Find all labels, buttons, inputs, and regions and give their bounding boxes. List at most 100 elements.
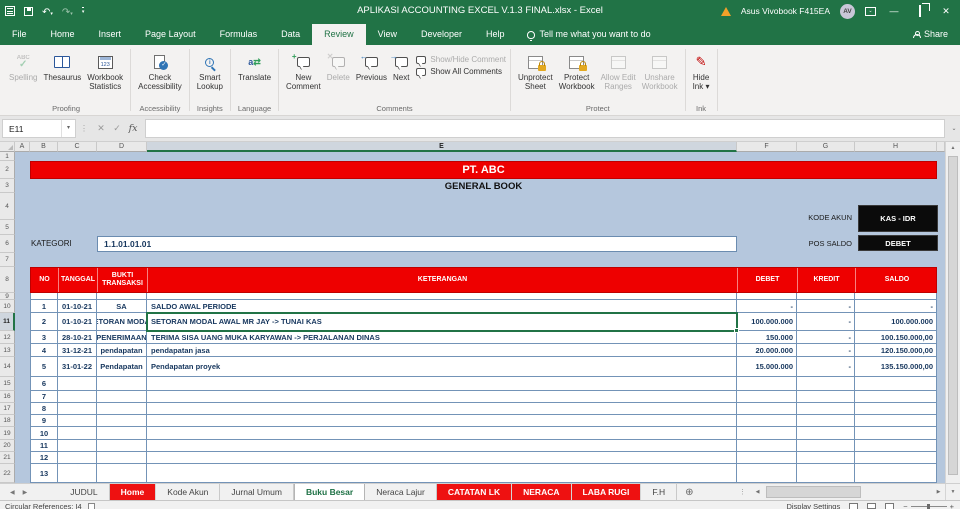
tab-developer[interactable]: Developer [409, 24, 474, 45]
grid-cell[interactable] [737, 293, 797, 300]
row-header[interactable]: 19 [0, 427, 15, 440]
grid-cell[interactable] [855, 452, 937, 464]
grid-cell[interactable] [797, 440, 855, 452]
grid-cell[interactable] [58, 440, 97, 452]
grid-cell[interactable]: PENERIMAAN [97, 331, 147, 344]
column-header-selected[interactable]: E [147, 142, 737, 152]
sheet-tab-jurnal-umum[interactable]: Jurnal Umum [220, 484, 294, 500]
column-header[interactable]: F [737, 142, 797, 152]
row-header[interactable]: 14 [0, 357, 15, 377]
row-header[interactable]: 2 [0, 161, 15, 179]
previous-comment-button[interactable]: ← Previous [353, 49, 390, 84]
column-header[interactable]: H [855, 142, 937, 152]
tell-me-box[interactable]: Tell me what you want to do [526, 24, 651, 45]
sheet-tab-laba-rugi[interactable]: LABA RUGI [571, 484, 642, 500]
page-break-view-icon[interactable] [885, 502, 895, 509]
grid-cell[interactable]: 135.150.000,00 [855, 357, 937, 377]
tab-splitter[interactable]: ⋮ [736, 484, 749, 500]
grid-cell[interactable] [58, 391, 97, 403]
tab-view[interactable]: View [366, 24, 409, 45]
row-header[interactable]: 4 [0, 193, 15, 220]
close-button[interactable]: ✕ [938, 6, 954, 17]
formula-input[interactable] [145, 119, 945, 138]
grid-cell[interactable] [797, 427, 855, 440]
grid-cell[interactable]: 1 [30, 300, 58, 313]
minimize-button[interactable]: — [886, 6, 902, 16]
grid-cell[interactable] [147, 415, 737, 427]
tab-page-layout[interactable]: Page Layout [133, 24, 208, 45]
sheet-tab-kode-akun[interactable]: Kode Akun [156, 484, 221, 500]
grid-cell[interactable] [737, 440, 797, 452]
confirm-entry-icon[interactable]: ✓ [109, 123, 125, 134]
grid-cell[interactable]: - [797, 357, 855, 377]
header-tanggal[interactable]: TANGGAL [59, 268, 98, 292]
show-hide-comment-button[interactable]: Show/Hide Comment [416, 55, 506, 64]
grid-cell[interactable] [855, 464, 937, 483]
grid-cell[interactable] [147, 452, 737, 464]
grid-cell[interactable] [147, 293, 737, 300]
grid-cell[interactable] [797, 377, 855, 391]
grid-cell[interactable] [855, 415, 937, 427]
column-header[interactable]: D [97, 142, 147, 152]
grid-cell[interactable] [855, 403, 937, 415]
tab-home[interactable]: Home [39, 24, 87, 45]
save-icon[interactable] [24, 6, 33, 16]
grid-cell[interactable] [855, 293, 937, 300]
grid-cell[interactable]: 12 [30, 452, 58, 464]
new-comment-button[interactable]: + New Comment [283, 49, 324, 93]
unshare-workbook-button[interactable]: Unshare Workbook [639, 49, 681, 93]
cancel-entry-icon[interactable]: ✕ [93, 123, 109, 134]
thesaurus-button[interactable]: Thesaurus [40, 49, 84, 84]
sheet-tab-neraca-lajur[interactable]: Neraca Lajur [365, 484, 437, 500]
grid-cell[interactable] [737, 415, 797, 427]
formula-bar-splitter[interactable]: ⋮ [76, 124, 93, 133]
formula-bar-expand-icon[interactable]: ⌄ [948, 125, 960, 132]
grid-cell[interactable]: - [737, 300, 797, 313]
row-header[interactable]: 5 [0, 220, 15, 235]
grid-cell[interactable]: 31-12-21 [58, 344, 97, 357]
row-header[interactable]: 3 [0, 179, 15, 193]
row-header[interactable]: 9 [0, 293, 15, 300]
grid-cell[interactable]: 100.000.000 [737, 313, 797, 331]
zoom-slider[interactable]: − + [903, 502, 954, 509]
row-header[interactable]: 18 [0, 415, 15, 427]
name-box-dropdown-icon[interactable]: ▾ [61, 120, 75, 137]
sheet-tab-buku-besar[interactable]: Buku Besar [293, 484, 366, 500]
grid-cell[interactable] [97, 415, 147, 427]
normal-view-icon[interactable] [849, 502, 859, 509]
share-button[interactable]: Share [912, 24, 960, 45]
check-accessibility-button[interactable]: ✓ Check Accessibility [135, 49, 185, 93]
grid-cell[interactable] [147, 427, 737, 440]
scroll-left-icon[interactable]: ◀ [751, 484, 764, 501]
allow-edit-ranges-button[interactable]: Allow Edit Ranges [598, 49, 639, 93]
spelling-button[interactable]: ABC ✓ Spelling [6, 49, 40, 84]
select-all-corner[interactable] [0, 142, 15, 152]
column-header[interactable]: G [797, 142, 855, 152]
grid-cell[interactable] [147, 377, 737, 391]
grid-cell[interactable]: - [797, 313, 855, 331]
sheet-tab-neraca[interactable]: NERACA [512, 484, 572, 500]
tab-review[interactable]: Review [312, 24, 366, 45]
grid-cell[interactable]: 4 [30, 344, 58, 357]
vertical-scrollbar[interactable]: ▲ [945, 142, 960, 483]
header-no[interactable]: NO [31, 268, 59, 292]
grid-cell[interactable]: 7 [30, 391, 58, 403]
hide-ink-button[interactable]: ✎ Hide Ink ▾ [690, 49, 713, 93]
row-header[interactable]: 7 [0, 253, 15, 267]
sheet-tab-catatan-lk[interactable]: CATATAN LK [436, 484, 513, 500]
grid-cell[interactable]: SALDO AWAL PERIODE [147, 300, 737, 313]
grid-cell[interactable] [97, 440, 147, 452]
sheet-nav-left-icon[interactable]: ◀ [10, 489, 15, 496]
grid-cell[interactable] [797, 464, 855, 483]
grid-cell[interactable]: 9 [30, 415, 58, 427]
row-header[interactable]: 6 [0, 235, 15, 253]
kategori-input[interactable]: 1.1.01.01.01 [97, 236, 737, 252]
header-kredit[interactable]: KREDIT [798, 268, 856, 292]
grid-cell[interactable] [97, 427, 147, 440]
grid-cell[interactable] [97, 293, 147, 300]
tab-data[interactable]: Data [269, 24, 312, 45]
unprotect-sheet-button[interactable]: Unprotect Sheet [515, 49, 556, 93]
grid-cell-selected[interactable]: SETORAN MODAL AWAL MR JAY -> TUNAI KAS [147, 313, 737, 331]
insert-function-icon[interactable]: fx [125, 123, 141, 134]
grid-cell[interactable]: pendapatan jasa [147, 344, 737, 357]
